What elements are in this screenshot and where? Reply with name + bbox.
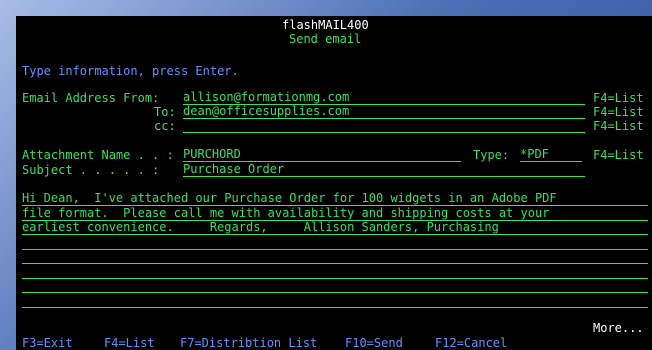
message-line[interactable]: file format. Please call me with availab… — [22, 207, 648, 221]
to-f4-list[interactable]: F4=List — [593, 105, 644, 119]
screen-title: Send email — [289, 32, 362, 46]
attachment-type-label: Type: — [473, 148, 510, 162]
from-label: Email Address From: — [22, 91, 160, 105]
message-line[interactable]: earliest convenience. Regards, Allison S… — [22, 221, 648, 235]
cc-label: cc: — [154, 119, 176, 133]
attachment-name-field[interactable]: PURCHORD — [183, 148, 461, 162]
message-line[interactable]: Hi Dean, I've attached our Purchase Orde… — [22, 192, 648, 206]
f7-distribution-list-key[interactable]: F7=Distribtion List — [180, 336, 317, 350]
message-line-text: earliest convenience. Regards, Allison S… — [22, 221, 499, 234]
subject-field[interactable]: Purchase Order — [183, 163, 585, 177]
subject-value: Purchase Order — [183, 163, 285, 176]
attachment-f4-list[interactable]: F4=List — [593, 148, 644, 162]
f10-send-key[interactable]: F10=Send — [345, 336, 403, 350]
attachment-label: Attachment Name . . : — [22, 148, 174, 162]
terminal-screen: flashMAIL400 Send email Type information… — [16, 16, 652, 350]
instruction-text: Type information, press Enter. — [22, 64, 239, 78]
message-line[interactable] — [22, 294, 648, 308]
to-label: To: — [154, 105, 176, 119]
from-field[interactable]: allison@formationmg.com — [183, 91, 585, 105]
attachment-type-value: *PDF — [520, 148, 549, 161]
subject-label: Subject . . . . . : — [22, 163, 160, 177]
f12-cancel-key[interactable]: F12=Cancel — [435, 336, 507, 350]
app-title: flashMAIL400 — [282, 18, 369, 32]
from-f4-list[interactable]: F4=List — [593, 91, 644, 105]
f3-exit-key[interactable]: F3=Exit — [22, 336, 73, 350]
cc-field[interactable] — [183, 119, 585, 133]
message-line[interactable] — [22, 265, 648, 279]
message-line[interactable] — [22, 236, 648, 250]
to-value: dean@officesupplies.com — [183, 105, 350, 118]
message-line[interactable] — [22, 279, 648, 293]
attachment-type-field[interactable]: *PDF — [520, 148, 582, 162]
window-frame: flashMAIL400 Send email Type information… — [0, 0, 652, 350]
from-value: allison@formationmg.com — [183, 91, 350, 104]
message-line-text: Hi Dean, I've attached our Purchase Orde… — [22, 192, 557, 205]
to-field[interactable]: dean@officesupplies.com — [183, 105, 585, 119]
more-indicator: More... — [593, 321, 644, 335]
message-line-text: file format. Please call me with availab… — [22, 206, 550, 220]
f4-list-key[interactable]: F4=List — [104, 336, 155, 350]
attachment-name-value: PURCHORD — [183, 148, 241, 161]
cc-f4-list[interactable]: F4=List — [593, 119, 644, 133]
message-line[interactable] — [22, 250, 648, 264]
